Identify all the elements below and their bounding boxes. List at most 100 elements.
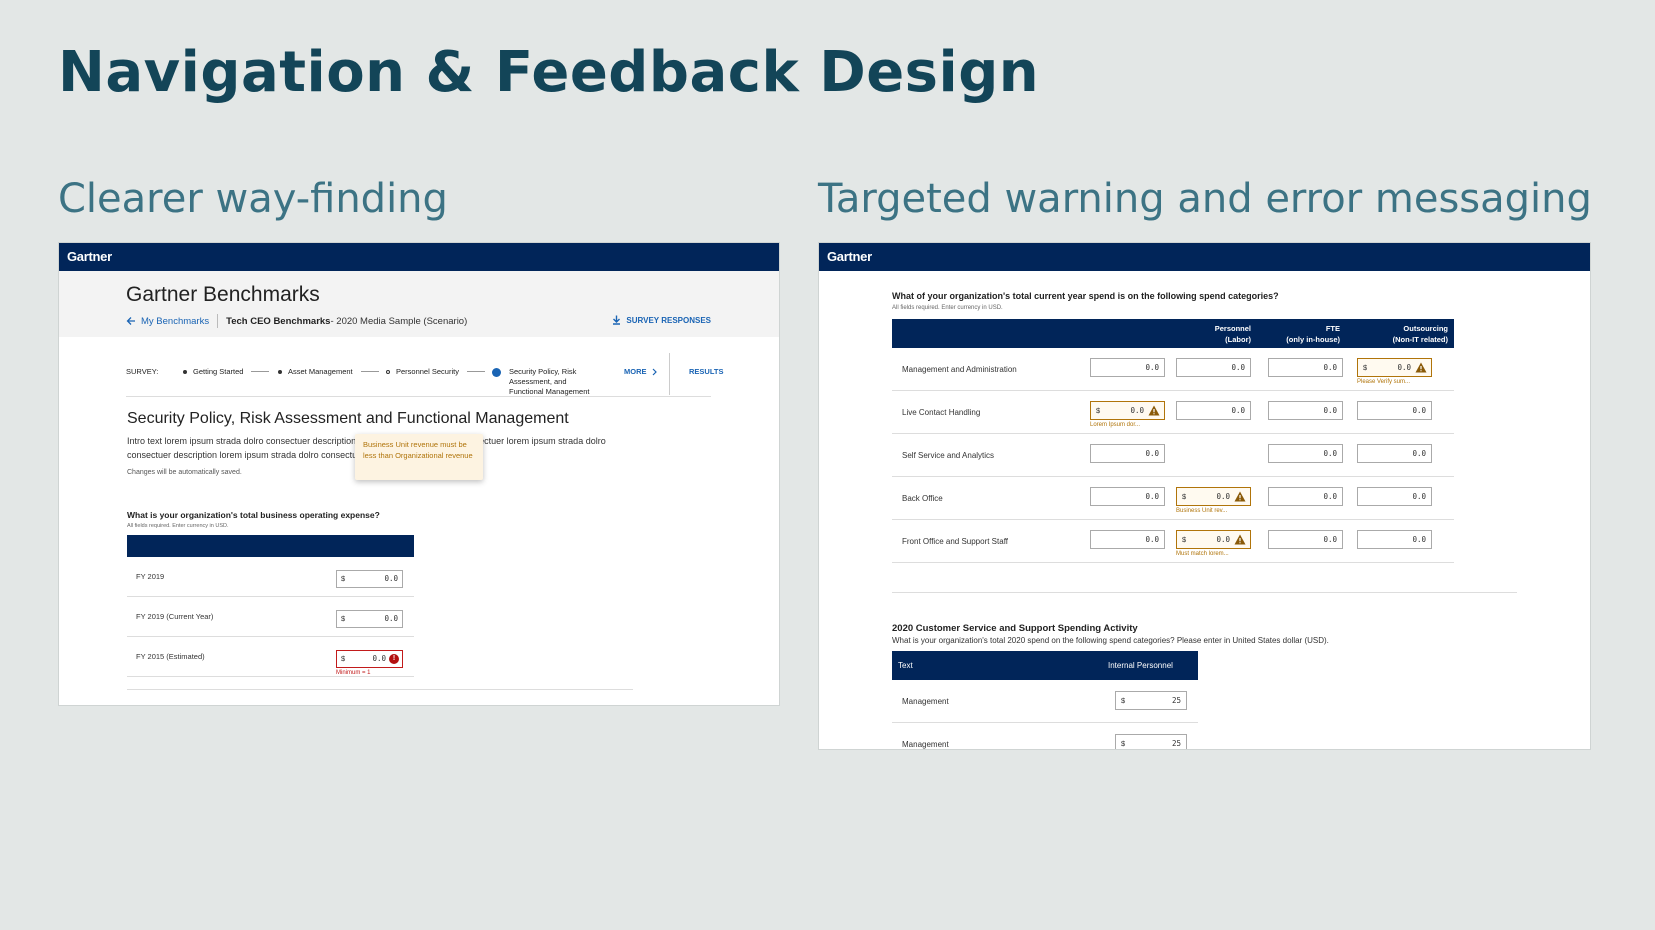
currency-symbol: $ <box>1182 492 1187 501</box>
number-input[interactable]: 0.0 <box>1357 401 1432 420</box>
step-connector <box>466 371 485 372</box>
column-header-line: FTE <box>1325 324 1340 333</box>
currency-symbol: $ <box>1182 535 1187 544</box>
input-value: 0.0 <box>1145 492 1159 501</box>
more-steps-button[interactable]: MORE <box>624 367 657 376</box>
step-getting-started[interactable]: Getting Started <box>183 367 270 376</box>
currency-symbol: $ <box>1121 696 1126 705</box>
step-complete-dot <box>278 369 282 374</box>
currency-input[interactable]: $ 25 <box>1115 691 1187 710</box>
step-current-dot <box>492 368 501 377</box>
input-value: 0.0 <box>1412 406 1426 415</box>
number-input[interactable]: 0.0 <box>1268 401 1343 420</box>
download-icon <box>613 315 621 325</box>
required-note: All fields required. Enter currency in U… <box>127 523 229 529</box>
currency-input[interactable]: $ 0.0 <box>336 570 403 588</box>
stepper-label: SURVEY: <box>126 367 159 376</box>
survey-stepper: SURVEY: Getting Started Asset Management… <box>126 353 723 397</box>
currency-input[interactable]: $ 0.0 <box>336 610 403 628</box>
number-input[interactable]: 0.0 <box>1176 401 1251 420</box>
input-value: 25 <box>1171 696 1181 705</box>
table-row: FY 2015 (Estimated) $ 0.0 ! Minimum = 1 <box>127 637 414 677</box>
warning-message: Business Unit rev... <box>1176 508 1228 514</box>
step-personnel-security[interactable]: Personnel Security <box>386 367 485 376</box>
input-value: 25 <box>1171 739 1181 748</box>
number-input-warning[interactable]: $ 0.0 <box>1090 401 1165 420</box>
step-label: Asset Management <box>288 367 353 376</box>
step-label: Getting Started <box>193 367 244 376</box>
row-label: Front Office and Support Staff <box>902 537 1008 546</box>
input-value: 0.0 <box>1323 492 1337 501</box>
page-title: Gartner Benchmarks <box>126 283 320 306</box>
row-label: Management <box>902 740 949 749</box>
number-input[interactable]: 0.0 <box>1176 358 1251 377</box>
currency-symbol: $ <box>1363 363 1368 372</box>
currency-symbol: $ <box>341 574 346 583</box>
number-input[interactable]: 0.0 <box>1090 487 1165 506</box>
number-input[interactable]: 0.0 <box>1357 530 1432 549</box>
column-header: Personnel (Labor) <box>1215 323 1251 345</box>
input-value: 0.0 <box>1412 492 1426 501</box>
step-complete-dot <box>183 369 187 374</box>
warning-message: Lorem Ipsum dor... <box>1090 422 1141 428</box>
row-label: FY 2019 <box>136 572 165 581</box>
number-input[interactable]: 0.0 <box>1268 444 1343 463</box>
step-security-policy[interactable]: Security Policy, Risk Assessment, and Fu… <box>492 367 601 397</box>
table-row: Back Office 0.0 $ 0.0 Business Unit rev.… <box>892 477 1454 520</box>
input-value: 0.0 <box>1216 535 1230 544</box>
input-value: 0.0 <box>1412 449 1426 458</box>
column-header-line: (only in-house) <box>1286 335 1340 344</box>
currency-input[interactable]: $ 25 <box>1115 734 1187 749</box>
number-input[interactable]: 0.0 <box>1357 444 1432 463</box>
survey-responses-label: SURVEY RESPONSES <box>626 315 711 325</box>
row-label: Back Office <box>902 494 943 503</box>
table-row: Front Office and Support Staff 0.0 $ 0.0… <box>892 520 1454 563</box>
table-header: Text Internal Personnel <box>892 651 1198 680</box>
breadcrumb: My Benchmarks Tech CEO Benchmarks - 2020… <box>126 314 467 328</box>
input-value: 0.0 <box>1412 535 1426 544</box>
step-label: Personnel Security <box>396 367 459 376</box>
row-label: FY 2019 (Current Year) <box>136 612 214 621</box>
warning-icon <box>1415 362 1427 373</box>
page-header: Gartner Benchmarks My Benchmarks Tech CE… <box>59 271 779 337</box>
column-header: FTE (only in-house) <box>1286 323 1340 345</box>
step-asset-management[interactable]: Asset Management <box>278 367 379 376</box>
step-connector <box>251 371 270 372</box>
breadcrumb-divider <box>217 314 219 328</box>
section2-subtitle: What is your organization's total 2020 s… <box>892 636 1329 645</box>
number-input[interactable]: 0.0 <box>1268 358 1343 377</box>
number-input[interactable]: 0.0 <box>1090 358 1165 377</box>
table-header: Personnel (Labor) FTE (only in-house) Outs… <box>892 319 1454 348</box>
number-input[interactable]: 0.0 <box>1090 530 1165 549</box>
number-input-warning[interactable]: $ 0.0 <box>1176 487 1251 506</box>
error-message: Minimum = 1 <box>336 670 371 676</box>
results-link[interactable]: RESULTS <box>689 367 723 376</box>
warning-message: Please Verify sum... <box>1357 379 1411 385</box>
spend-table: Personnel (Labor) FTE (only in-house) Outs… <box>892 319 1454 563</box>
number-input[interactable]: 0.0 <box>1268 530 1343 549</box>
number-input-warning[interactable]: $ 0.0 <box>1357 358 1432 377</box>
number-input-warning[interactable]: $ 0.0 <box>1176 530 1251 549</box>
survey-responses-button[interactable]: SURVEY RESPONSES <box>612 315 711 325</box>
currency-input-error[interactable]: $ 0.0 ! <box>336 650 403 668</box>
currency-symbol: $ <box>1096 406 1101 415</box>
breadcrumb-current: Tech CEO Benchmarks <box>226 315 331 327</box>
warning-icon <box>1234 534 1246 545</box>
warning-icon <box>1234 491 1246 502</box>
currency-symbol: $ <box>341 654 346 663</box>
column-header-line: Outsourcing <box>1403 324 1448 333</box>
input-value: 0.0 <box>384 614 398 623</box>
number-input[interactable]: 0.0 <box>1090 444 1165 463</box>
breadcrumb-scenario: - 2020 Media Sample (Scenario) <box>330 315 468 327</box>
input-value: 0.0 <box>372 654 386 663</box>
currency-symbol: $ <box>341 614 346 623</box>
number-input[interactable]: 0.0 <box>1268 487 1343 506</box>
table-row: Management and Administration 0.0 0.0 0.… <box>892 348 1454 391</box>
input-value: 0.0 <box>1145 363 1159 372</box>
activity-table: Text Internal Personnel Management $ 25 … <box>892 651 1198 749</box>
back-link[interactable]: My Benchmarks <box>126 316 209 327</box>
input-value: 0.0 <box>1397 363 1411 372</box>
number-input[interactable]: 0.0 <box>1357 487 1432 506</box>
autosave-note: Changes will be automatically saved. <box>127 469 242 476</box>
column-header-line: (Labor) <box>1225 335 1251 344</box>
